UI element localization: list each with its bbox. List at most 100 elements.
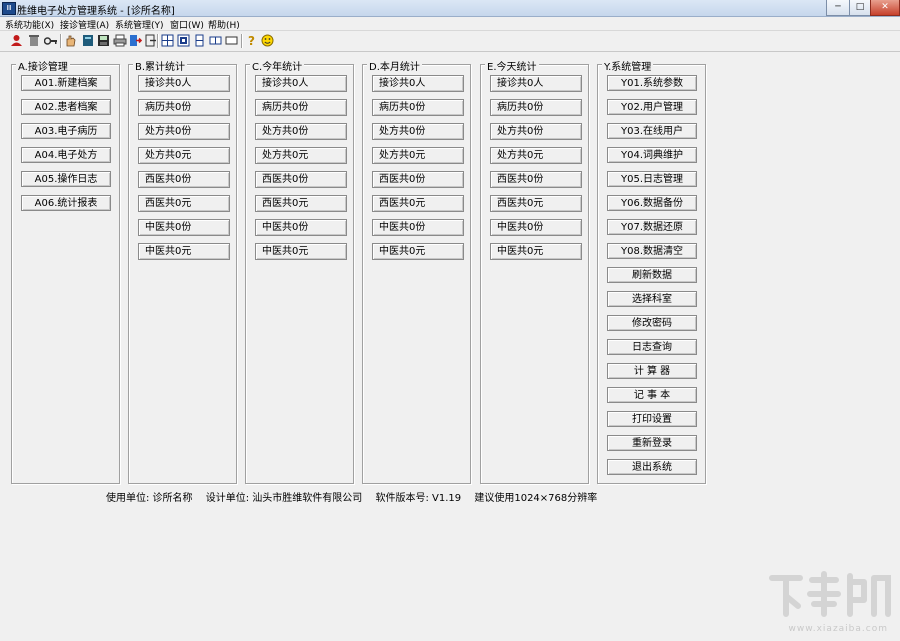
tile-vertical-icon[interactable] [192, 33, 207, 48]
group-title: A.接诊管理 [16, 58, 70, 73]
stat-prescription-amount: 处方共0元 [138, 147, 230, 164]
stat-visits: 接诊共0人 [372, 75, 464, 92]
help-icon[interactable]: ? [244, 33, 259, 48]
stat-visits: 接诊共0人 [138, 75, 230, 92]
stat-prescriptions: 处方共0份 [372, 123, 464, 140]
operation-log-button[interactable]: A05.操作日志 [21, 171, 111, 187]
close-button[interactable]: ✕ [870, 0, 900, 16]
group-title: B.累计统计 [133, 58, 188, 73]
print-settings-button[interactable]: 打印设置 [607, 411, 697, 427]
data-backup-button[interactable]: Y06.数据备份 [607, 195, 697, 211]
cascade-icon[interactable] [176, 33, 191, 48]
stat-prescriptions: 处方共0份 [138, 123, 230, 140]
stat-prescription-amount: 处方共0元 [490, 147, 582, 164]
toolbar: ? [0, 31, 900, 52]
stat-records: 病历共0份 [255, 99, 347, 116]
group-title: C.今年统计 [250, 58, 305, 73]
refresh-data-button[interactable]: 刷新数据 [607, 267, 697, 283]
stat-western-count: 西医共0份 [490, 171, 582, 188]
new-record-button[interactable]: A01.新建档案 [21, 75, 111, 91]
watermark-logo: www.xiazaiba.com [764, 570, 894, 636]
menu-system-functions[interactable]: 系统功能(X) [5, 18, 54, 31]
relogin-button[interactable]: 重新登录 [607, 435, 697, 451]
group-year-stats: C.今年统计 接诊共0人 病历共0份 处方共0份 处方共0元 西医共0份 西医共… [245, 58, 354, 484]
book-icon[interactable] [80, 33, 95, 48]
group-title: Y.系统管理 [602, 58, 654, 73]
svg-text:?: ? [248, 34, 255, 47]
stat-western-count: 西医共0份 [138, 171, 230, 188]
stat-western-amount: 西医共0元 [490, 195, 582, 212]
log-query-button[interactable]: 日志查询 [607, 339, 697, 355]
disk-icon[interactable] [96, 33, 111, 48]
data-clear-button[interactable]: Y08.数据清空 [607, 243, 697, 259]
emr-button[interactable]: A03.电子病历 [21, 123, 111, 139]
system-params-button[interactable]: Y01.系统参数 [607, 75, 697, 91]
window-title: 胜维电子处方管理系统 - [诊所名称] [17, 6, 175, 17]
stat-western-count: 西医共0份 [372, 171, 464, 188]
footer-unit: 使用单位: 诊所名称 [106, 493, 193, 504]
stat-chinese-count: 中医共0份 [255, 219, 347, 236]
stat-chinese-count: 中医共0份 [372, 219, 464, 236]
stat-chinese-count: 中医共0份 [490, 219, 582, 236]
user-red-icon[interactable] [9, 33, 24, 48]
stat-records: 病历共0份 [138, 99, 230, 116]
toolbar-separator [241, 34, 243, 48]
menu-window[interactable]: 窗口(W) [170, 18, 204, 31]
report-button[interactable]: A06.统计报表 [21, 195, 111, 211]
group-reception: A.接诊管理 A01.新建档案 A02.患者档案 A03.电子病历 A04.电子… [11, 58, 120, 484]
select-department-button[interactable]: 选择科室 [607, 291, 697, 307]
stat-chinese-amount: 中医共0元 [138, 243, 230, 260]
group-title: E.今天统计 [485, 58, 539, 73]
change-password-button[interactable]: 修改密码 [607, 315, 697, 331]
exit-system-button[interactable]: 退出系统 [607, 459, 697, 475]
footer-resolution: 建议使用1024×768分辨率 [474, 493, 598, 504]
stat-visits: 接诊共0人 [255, 75, 347, 92]
log-management-button[interactable]: Y05.日志管理 [607, 171, 697, 187]
stat-records: 病历共0份 [490, 99, 582, 116]
group-month-stats: D.本月统计 接诊共0人 病历共0份 处方共0份 处方共0元 西医共0份 西医共… [362, 58, 471, 484]
notepad-button[interactable]: 记 事 本 [607, 387, 697, 403]
footer-designer: 设计单位: 汕头市胜维软件有限公司 [205, 493, 363, 504]
menu-reception[interactable]: 接诊管理(A) [60, 18, 109, 31]
trash-icon[interactable] [26, 33, 41, 48]
online-users-button[interactable]: Y03.在线用户 [607, 123, 697, 139]
smiley-icon[interactable] [260, 33, 275, 48]
exit-door-icon[interactable] [143, 33, 158, 48]
prescription-button[interactable]: A04.电子处方 [21, 147, 111, 163]
key-icon[interactable] [43, 33, 58, 48]
hand-icon[interactable] [63, 33, 78, 48]
stat-chinese-amount: 中医共0元 [372, 243, 464, 260]
stat-chinese-amount: 中医共0元 [490, 243, 582, 260]
footer-version: 软件版本号: V1.19 [375, 493, 462, 504]
stat-prescription-amount: 处方共0元 [372, 147, 464, 164]
logout-icon[interactable] [128, 33, 143, 48]
stat-western-amount: 西医共0元 [255, 195, 347, 212]
calculator-button[interactable]: 计 算 器 [607, 363, 697, 379]
title-bar: Ⅲ 胜维电子处方管理系统 - [诊所名称] ─ □ ✕ [0, 0, 900, 17]
stat-western-amount: 西医共0元 [372, 195, 464, 212]
restore-icon[interactable] [224, 33, 239, 48]
watermark-text: www.xiazaiba.com [788, 624, 888, 634]
group-system-management: Y.系统管理 Y01.系统参数 Y02.用户管理 Y03.在线用户 Y04.词典… [597, 58, 706, 484]
group-cumulative-stats: B.累计统计 接诊共0人 病历共0份 处方共0份 处方共0元 西医共0份 西医共… [128, 58, 237, 484]
patient-records-button[interactable]: A02.患者档案 [21, 99, 111, 115]
stat-prescriptions: 处方共0份 [490, 123, 582, 140]
maximize-button[interactable]: □ [849, 0, 871, 16]
group-title: D.本月统计 [367, 58, 422, 73]
minimize-button[interactable]: ─ [826, 0, 850, 16]
menu-bar: 系统功能(X) 接诊管理(A) 系统管理(Y) 窗口(W) 帮助(H) [0, 17, 900, 31]
stat-visits: 接诊共0人 [490, 75, 582, 92]
dictionary-button[interactable]: Y04.词典维护 [607, 147, 697, 163]
stat-records: 病历共0份 [372, 99, 464, 116]
stat-western-amount: 西医共0元 [138, 195, 230, 212]
user-management-button[interactable]: Y02.用户管理 [607, 99, 697, 115]
toolbar-separator [60, 34, 62, 48]
tile-horizontal-icon[interactable] [208, 33, 223, 48]
tile-icon[interactable] [160, 33, 175, 48]
data-restore-button[interactable]: Y07.数据还原 [607, 219, 697, 235]
group-today-stats: E.今天统计 接诊共0人 病历共0份 处方共0份 处方共0元 西医共0份 西医共… [480, 58, 589, 484]
printer-icon[interactable] [112, 33, 127, 48]
menu-help[interactable]: 帮助(H) [208, 18, 240, 31]
menu-system-management[interactable]: 系统管理(Y) [115, 18, 164, 31]
stat-prescriptions: 处方共0份 [255, 123, 347, 140]
